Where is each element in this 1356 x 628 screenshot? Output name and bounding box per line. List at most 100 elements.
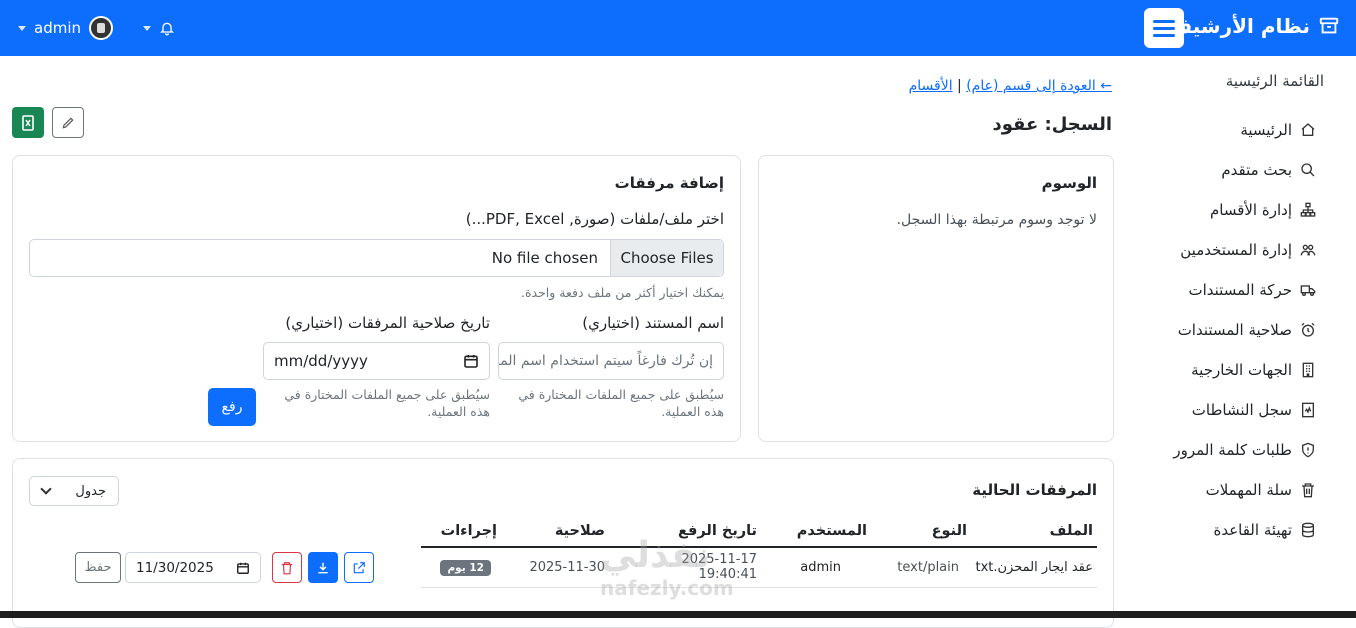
archive-icon (1318, 15, 1340, 37)
hamburger-icon (1153, 18, 1175, 39)
sidebar-item-trash[interactable]: سلة المهملات (1126, 470, 1356, 510)
external-link-icon (352, 561, 366, 575)
calendar-icon[interactable] (236, 561, 250, 575)
notifications-chevron-icon[interactable] (143, 26, 151, 31)
sidebar-title: القائمة الرئيسية (1126, 72, 1356, 94)
file-input[interactable]: Choose Files No file chosen (29, 239, 724, 277)
edit-record-button[interactable] (52, 107, 84, 138)
upload-card: إضافة مرفقات اختر ملف/ملفات (صورة, PDF, … (12, 155, 741, 442)
col-user: المستخدم (757, 516, 867, 547)
cell-file[interactable]: عقد ايجار المحزن.txt (967, 547, 1097, 587)
truck-icon (1300, 282, 1316, 298)
search-icon (1300, 162, 1316, 178)
col-type: النوع (867, 516, 967, 547)
sidebar-item-db-setup[interactable]: تهيئة القاعدة (1126, 510, 1356, 550)
taskbar-strip (0, 611, 1356, 618)
tags-empty-message: لا توجد وسوم مرتبطة بهذا السجل. (775, 212, 1097, 228)
page-title: السجل: عقود (992, 114, 1112, 135)
avatar (89, 16, 113, 40)
file-label: اختر ملف/ملفات (صورة, PDF, Excel...) (466, 210, 724, 228)
sidebar-item-users[interactable]: إدارة المستخدمين (1126, 230, 1356, 270)
back-link[interactable]: ← العودة إلى قسم (عام) (966, 78, 1112, 94)
sidebar-item-label: الجهات الخارجية (1191, 361, 1292, 379)
sidebar-item-password-requests[interactable]: طلبات كلمة المرور (1126, 430, 1356, 470)
shield-icon (1300, 442, 1316, 458)
tags-card: الوسوم لا توجد وسوم مرتبطة بهذا السجل. (758, 155, 1114, 442)
top-navbar: نظام الأرشيف admin (0, 0, 1356, 56)
home-icon (1300, 122, 1316, 138)
doc-name-label: اسم المستند (اختياري) (582, 314, 724, 332)
menu-toggle-button[interactable] (1144, 8, 1184, 48)
expiry-hint: سيُطبق على جميع الملفات المختارة في هذه … (263, 386, 490, 420)
col-actions: إجراءات (421, 516, 497, 547)
watermark-url: nafezly.com (600, 576, 734, 600)
sidebar-item-external-entities[interactable]: الجهات الخارجية (1126, 350, 1356, 390)
breadcrumb: ← العودة إلى قسم (عام) | الأقسام (909, 78, 1112, 94)
upload-title: إضافة مرفقات (29, 174, 724, 192)
save-expiry-button[interactable]: حفظ (75, 552, 121, 583)
sidebar: القائمة الرئيسية الرئيسية بحث متقدم إدار… (1126, 72, 1356, 550)
sidebar-item-advanced-search[interactable]: بحث متقدم (1126, 150, 1356, 190)
watermark-logo: نفذلي (600, 535, 734, 576)
cell-days-left: 12 يوم (421, 547, 497, 587)
row-expiry-date-input[interactable]: 11/30/2025 (125, 552, 261, 583)
sidebar-item-activity-log[interactable]: سجل النشاطات (1126, 390, 1356, 430)
bell-icon[interactable] (159, 20, 175, 36)
activity-log-icon (1300, 402, 1316, 418)
sidebar-item-home[interactable]: الرئيسية (1126, 110, 1356, 150)
user-menu[interactable]: admin (18, 16, 175, 40)
multi-file-hint: يمكنك اختيار أكثر من ملف دفعة واحدة. (521, 284, 724, 301)
pencil-icon (61, 116, 75, 130)
app-brand[interactable]: نظام الأرشيف (1169, 14, 1340, 38)
building-icon (1300, 362, 1316, 378)
table-row: عقد ايجار المحزن.txt text/plain admin 20… (421, 547, 1097, 587)
chevron-down-icon (18, 26, 26, 31)
sidebar-item-label: طلبات كلمة المرور (1173, 441, 1292, 459)
view-mode-value: جدول (75, 484, 106, 499)
cell-type: text/plain (867, 547, 967, 587)
sidebar-item-document-movement[interactable]: حركة المستندات (1126, 270, 1356, 310)
export-excel-button[interactable] (12, 107, 44, 138)
upload-button[interactable]: رفع (208, 388, 256, 426)
row-expiry-value: 11/30/2025 (136, 560, 214, 576)
username-label: admin (34, 19, 81, 37)
chevron-down-icon (40, 483, 51, 494)
sidebar-item-label: إدارة المستخدمين (1180, 241, 1292, 259)
watermark: نفذلي nafezly.com (600, 535, 734, 600)
brand-title: نظام الأرشيف (1169, 14, 1310, 38)
attachments-title: المرفقات الحالية (29, 481, 1097, 499)
doc-name-input[interactable]: إن تُرك فارغاً سيتم استخدام اسم الملف (498, 342, 724, 380)
sidebar-item-label: إدارة الأقسام (1210, 201, 1292, 219)
sidebar-item-label: سجل النشاطات (1192, 401, 1292, 419)
expiry-date-input[interactable]: mm/dd/yyyy (263, 342, 490, 380)
view-mode-select[interactable]: جدول (29, 476, 119, 506)
sidebar-item-label: حركة المستندات (1188, 281, 1292, 299)
sidebar-item-label: سلة المهملات (1206, 481, 1292, 499)
doc-name-hint: سيُطبق على جميع الملفات المختارة في هذه … (498, 386, 724, 420)
cell-user: admin (757, 547, 867, 587)
sections-link[interactable]: الأقسام (909, 78, 953, 94)
breadcrumb-separator: | (957, 78, 962, 94)
sidebar-item-label: تهيئة القاعدة (1213, 521, 1292, 539)
choose-files-button[interactable]: Choose Files (610, 240, 723, 276)
attachments-card: المرفقات الحالية جدول الملف النوع المستخ… (12, 458, 1114, 628)
sidebar-item-document-expiry[interactable]: صلاحية المستندات (1126, 310, 1356, 350)
trash-icon (280, 561, 294, 575)
calendar-icon[interactable] (463, 353, 479, 369)
sidebar-item-sections[interactable]: إدارة الأقسام (1126, 190, 1356, 230)
sitemap-icon (1300, 202, 1316, 218)
col-file: الملف (967, 516, 1097, 547)
alarm-icon (1300, 322, 1316, 338)
file-status: No file chosen (492, 240, 610, 276)
database-icon (1300, 522, 1316, 538)
download-icon (316, 561, 330, 575)
users-icon (1300, 242, 1316, 258)
days-left-badge: 12 يوم (440, 560, 491, 576)
open-attachment-button[interactable] (344, 552, 374, 583)
expiry-label: تاريخ صلاحية المرفقات (اختياري) (285, 314, 490, 332)
file-excel-icon (21, 115, 35, 131)
download-attachment-button[interactable] (308, 552, 338, 583)
attachments-table: الملف النوع المستخدم تاريخ الرفع صلاحية … (421, 516, 1097, 588)
delete-attachment-button[interactable] (272, 552, 302, 583)
sidebar-item-label: بحث متقدم (1221, 161, 1292, 179)
